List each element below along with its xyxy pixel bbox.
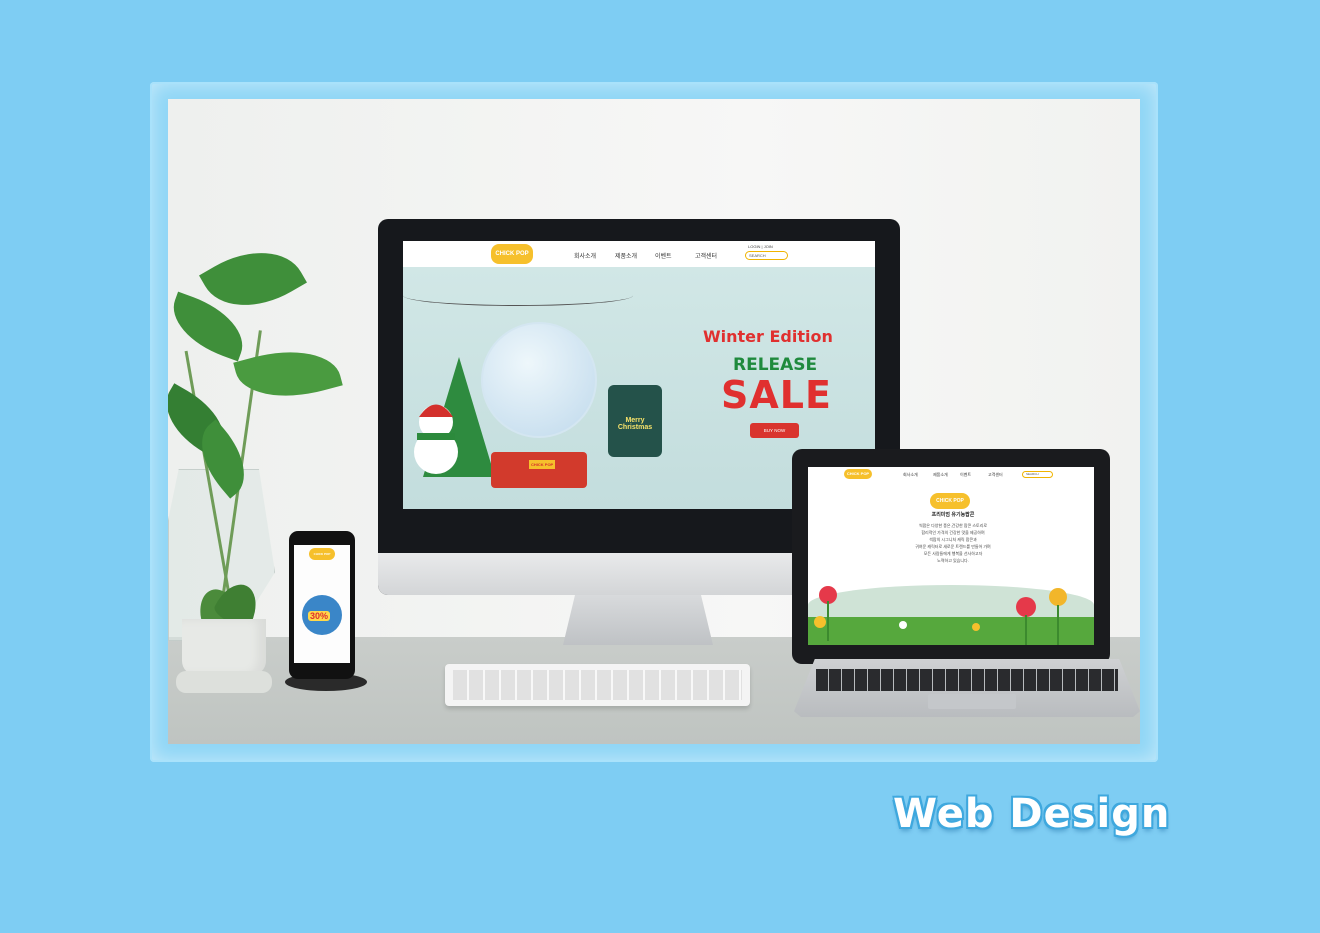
nav-support[interactable]: 고객센터 — [695, 251, 717, 260]
hero-subheadline: RELEASE — [733, 355, 818, 375]
monitor-stand — [563, 595, 713, 645]
site-nav: CHICK POP 회사소개 제품소개 이벤트 고객센터 LOGIN | JOI… — [403, 241, 875, 267]
laptop-nav: CHICK POP 회사소개 제품소개 이벤트 고객센터 SEARCH — [808, 467, 1094, 481]
laptop-trackpad — [928, 694, 1016, 709]
laptop-nav-company[interactable]: 회사소개 — [903, 472, 918, 478]
laptop-nav-events[interactable]: 이벤트 — [960, 472, 971, 478]
nav-products[interactable]: 제품소개 — [615, 251, 637, 260]
snow-globe — [481, 322, 597, 438]
body-line: 씩팝의 시그니처 캐릭 팝콘과 — [929, 537, 977, 542]
laptop-nav-products[interactable]: 제품소개 — [933, 472, 948, 478]
login-join-link[interactable]: LOGIN | JOIN — [748, 244, 773, 249]
laptop-nav-support[interactable]: 고객센터 — [988, 472, 1003, 478]
laptop-hero-logo: CHICK POP — [930, 493, 970, 509]
popcorn-tin: Merry Christmas — [608, 385, 662, 457]
snow-globe-base: CHICK POP — [491, 452, 587, 488]
laptop-website: CHICK POP 회사소개 제품소개 이벤트 고객센터 SEARCH CHIC… — [808, 467, 1094, 645]
nav-events[interactable]: 이벤트 — [655, 251, 672, 260]
web-design-title: Web Design — [893, 791, 1171, 837]
search-input[interactable]: SEARCH — [745, 251, 788, 260]
nav-company[interactable]: 회사소개 — [574, 251, 596, 260]
body-line: 모든 사람들에게 행복을 선사하고자 — [923, 551, 983, 556]
hero-headline: Winter Edition — [703, 327, 833, 346]
discount-badge: 30% — [308, 611, 331, 621]
laptop-search-input[interactable]: SEARCH — [1022, 471, 1053, 478]
string-lights — [403, 285, 633, 306]
mockup-photo: CHICK POP 회사소개 제품소개 이벤트 고객센터 LOGIN | JOI… — [168, 99, 1140, 744]
body-line: 합리적인 가격의 건강한 맛을 제공하며 — [921, 530, 985, 535]
body-line: 씩팝은 다양한 풍은,건강한 팝콘 스토리로 — [918, 523, 988, 528]
plant-pot — [182, 619, 266, 675]
laptop-heading: 프리미엄 유기농팝콘 — [931, 512, 975, 518]
laptop-logo[interactable]: CHICK POP — [844, 469, 872, 479]
body-line: 귀여운 캐릭터로 새로운 트렌드를 만들어 가며 — [915, 544, 991, 549]
buy-now-button[interactable]: BUY NOW — [750, 423, 799, 438]
laptop-body: 씩팝은 다양한 풍은,건강한 팝콘 스토리로 합리적인 가격의 건강한 맛을 제… — [898, 522, 1008, 564]
pot-saucer — [176, 671, 272, 693]
hero-sale: SALE — [721, 373, 832, 417]
snowman-icon — [414, 404, 458, 474]
keyboard — [445, 664, 750, 706]
phone-logo[interactable]: CHICK POP — [309, 548, 335, 560]
phone-website: CHICK POP 30% — [294, 545, 350, 663]
body-line: 노력하고 있습니다. — [937, 558, 969, 563]
site-logo[interactable]: CHICK POP — [491, 244, 533, 264]
tin-label: Merry Christmas — [617, 417, 653, 431]
flowers-icon — [814, 586, 1067, 645]
laptop-keyboard — [816, 669, 1118, 691]
globe-logo: CHICK POP — [529, 460, 556, 469]
